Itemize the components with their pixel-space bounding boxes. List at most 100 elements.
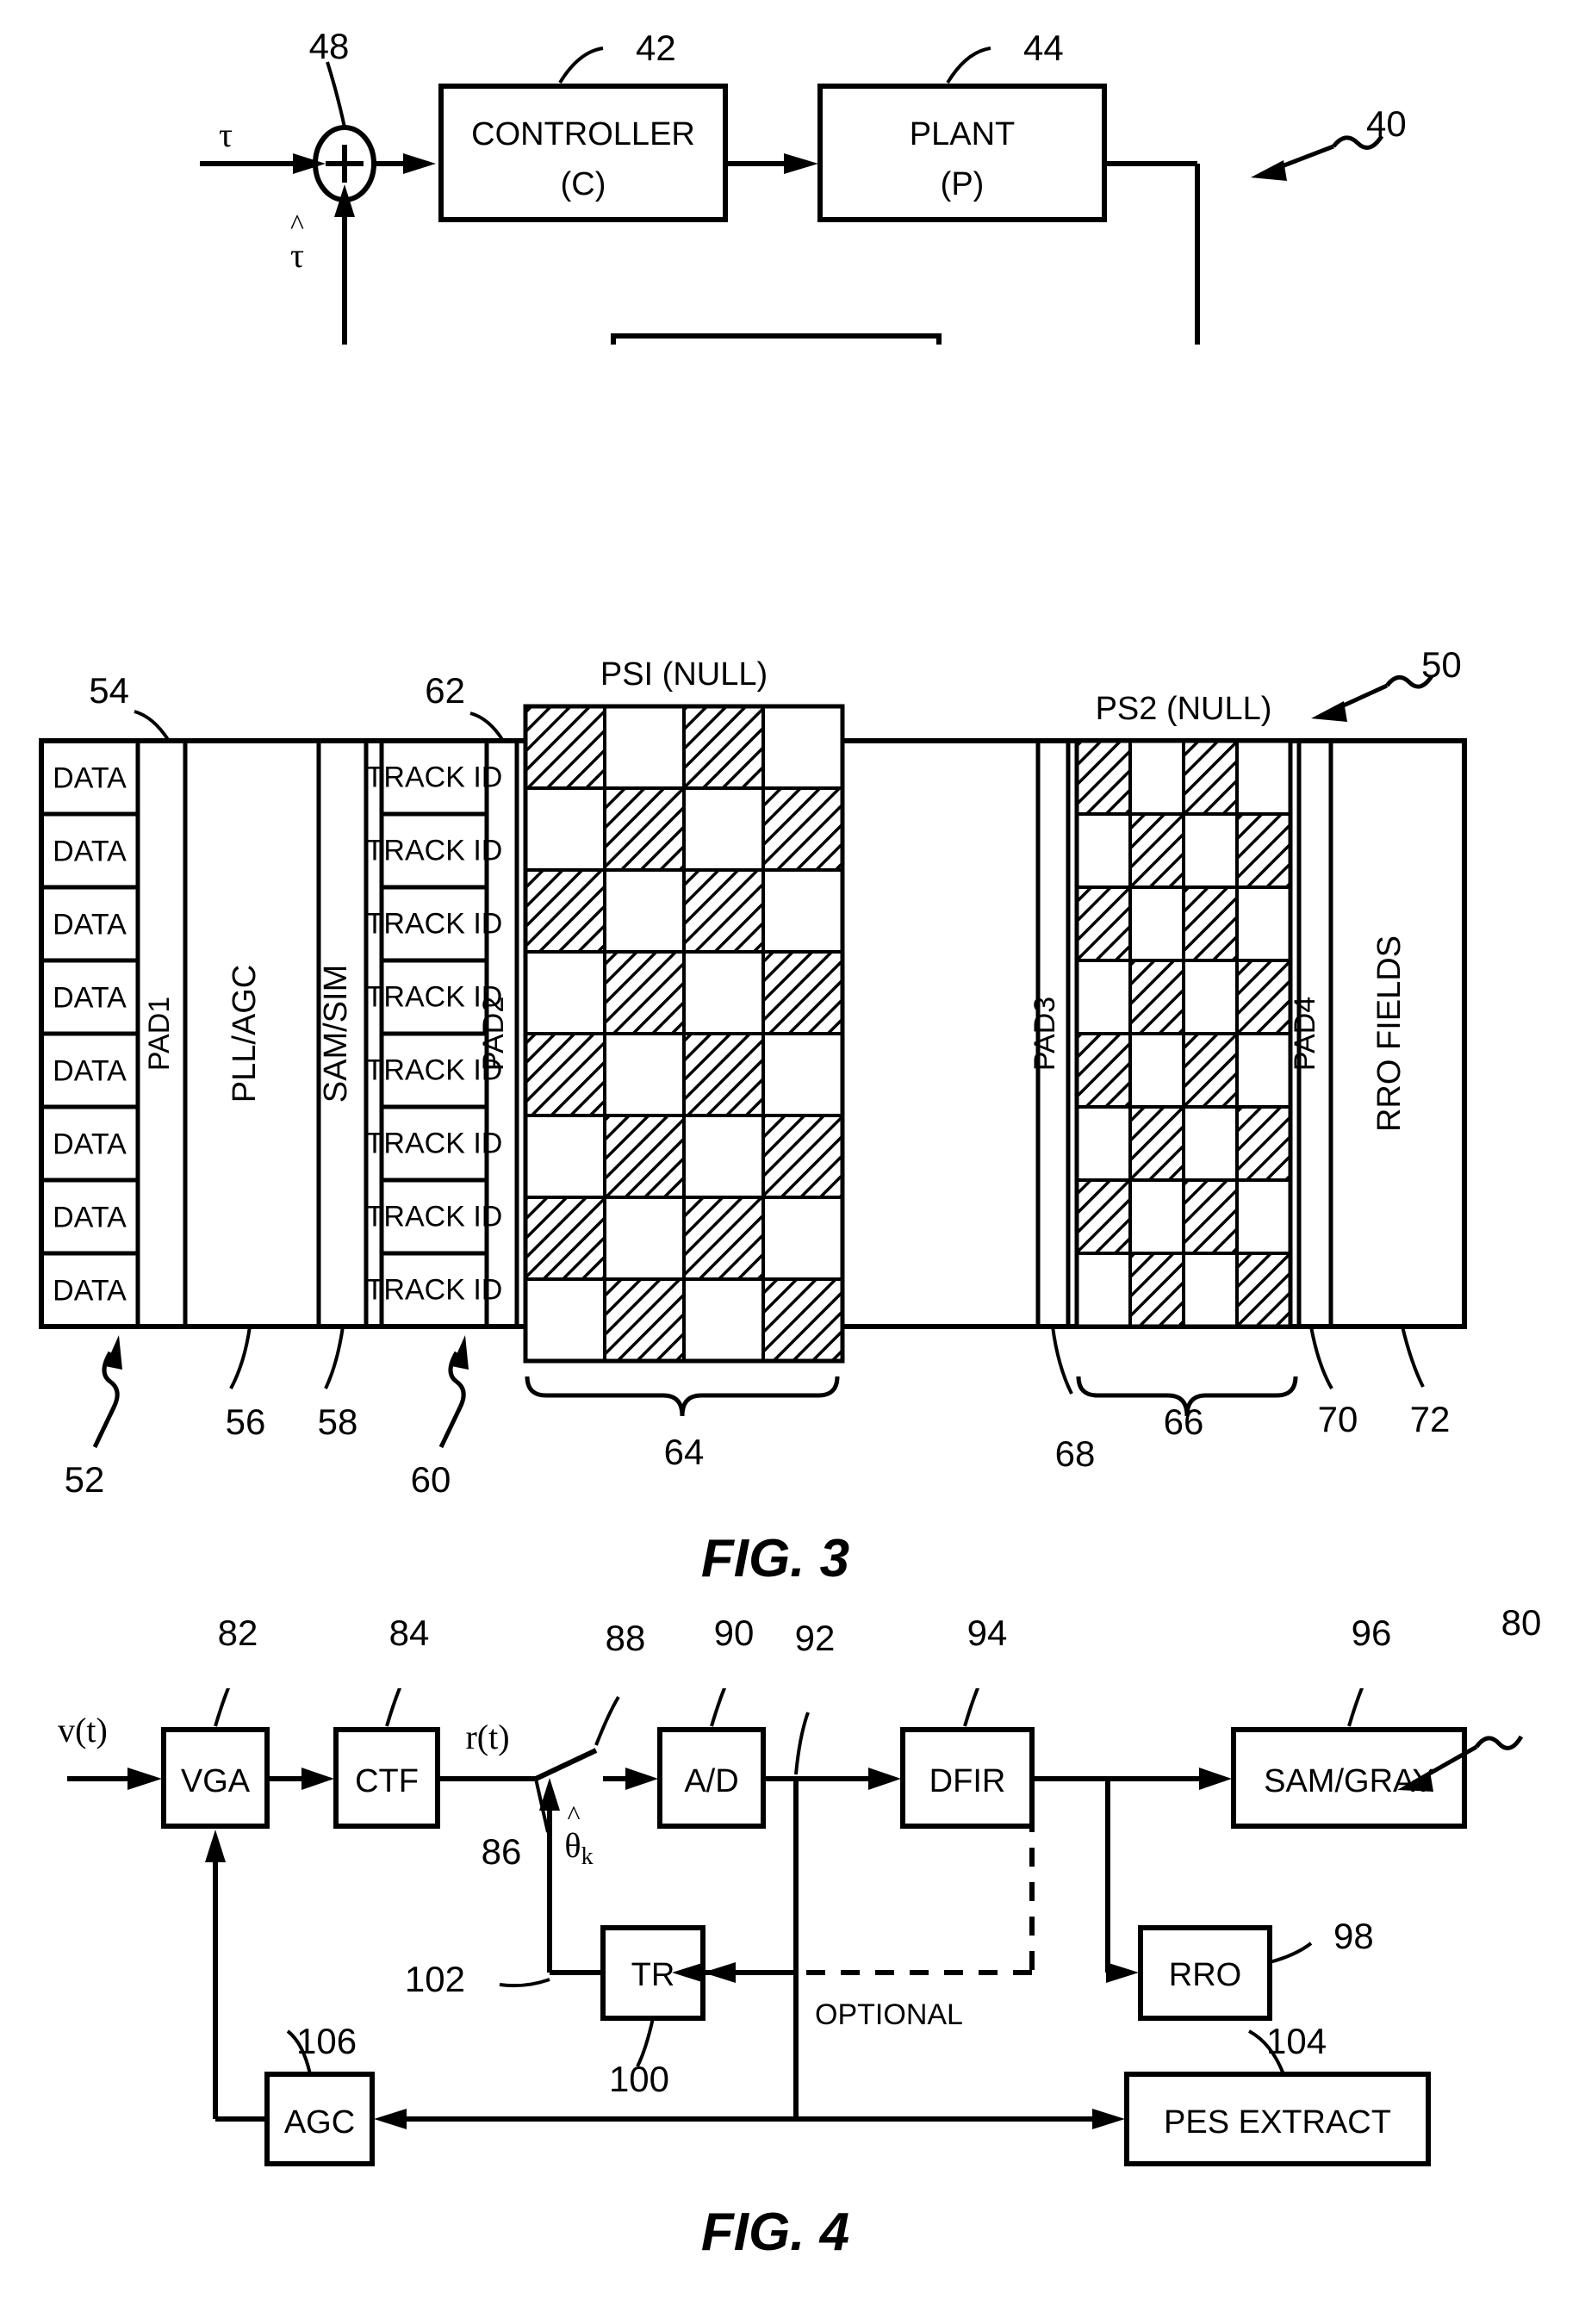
burst-cell-empty — [1182, 1252, 1239, 1328]
figure-4-caption: FIG. 4 — [701, 2203, 849, 2262]
leader-58 — [324, 1326, 345, 1389]
ref-104: 104 — [1266, 2021, 1327, 2061]
track-id-cell-label: TRACK ID — [366, 908, 503, 941]
burst-cell-empty — [761, 1032, 844, 1117]
rt-label: r(t) — [465, 1718, 509, 1756]
track-id-cell-group — [379, 738, 489, 1329]
burst-cell-filled — [1182, 1178, 1239, 1255]
data-cell-label: DATA — [53, 982, 127, 1015]
plant-label: PLANT — [910, 116, 1015, 152]
rro-fields-label: RRO FIELDS — [1371, 935, 1408, 1132]
pad2-label: PAD2 — [477, 997, 510, 1071]
burst-cell-empty — [1235, 885, 1292, 962]
burst-cell-filled — [1235, 1105, 1292, 1182]
burst-cell-empty — [524, 786, 606, 872]
leader-54 — [134, 710, 171, 743]
agc-label: AGC — [284, 2104, 355, 2141]
ref-56: 56 — [226, 1401, 266, 1442]
pll-agc-label: PLL/AGC — [227, 965, 263, 1103]
burst-cell-filled — [603, 1114, 686, 1199]
burst-cell-filled — [1182, 885, 1239, 962]
patent-drawing-sheet: τ τ ^ CONTROLLER (C) PLANT (P) SERVO DEM… — [0, 0, 1585, 2324]
burst-cell-empty — [1128, 1032, 1185, 1109]
ref-102: 102 — [405, 1959, 465, 1999]
data-cell-label: DATA — [53, 762, 127, 795]
burst-cell-filled — [682, 705, 765, 790]
burst-cell-empty — [682, 1114, 765, 1199]
burst-cell-empty — [1182, 959, 1239, 1035]
ref-62: 62 — [425, 670, 465, 711]
burst-cell-filled — [1128, 1252, 1185, 1328]
burst-cell-filled — [761, 950, 844, 1035]
figure-4: v(t) VGA CTF A/D DFIR SAM/GRAY RRO TR PE… — [58, 1688, 1524, 2262]
burst-cell-filled — [1075, 1178, 1132, 1255]
ref-96-top: 96 — [1352, 1613, 1392, 1653]
track-id-cell-label: TRACK ID — [366, 1201, 503, 1233]
burst-cell-empty — [1235, 739, 1292, 816]
plant-sub-label: (P) — [941, 166, 985, 202]
burst-cell-filled — [1128, 959, 1185, 1035]
burst-cell-filled — [682, 1196, 765, 1281]
burst-cell-filled — [524, 868, 606, 954]
ref-82-top: 82 — [218, 1613, 258, 1653]
burst-cell-empty — [603, 705, 686, 790]
burst-cell-empty — [1235, 1178, 1292, 1255]
ref-52: 52 — [65, 1459, 105, 1500]
burst-cell-empty — [1128, 739, 1185, 816]
burst-cell-filled — [1235, 959, 1292, 1035]
burst-cell-filled — [1075, 1032, 1132, 1109]
burst-cell-empty — [1075, 959, 1132, 1035]
data-cell-label: DATA — [53, 1275, 127, 1308]
dfir-label: DFIR — [929, 1763, 1006, 1799]
burst-cell-empty — [524, 950, 606, 1035]
ref-66: 66 — [1164, 1401, 1204, 1442]
leader-62 — [469, 711, 505, 743]
burst-cell-empty — [1075, 812, 1132, 889]
controller-label: CONTROLLER — [471, 116, 695, 152]
burst-cell-filled — [1182, 739, 1239, 816]
pad4-label: PAD4 — [1289, 997, 1321, 1071]
figure-2: τ τ ^ CONTROLLER (C) PLANT (P) SERVO DEM… — [200, 26, 1407, 345]
ref-54: 54 — [89, 670, 129, 711]
figure-4-ref-overlay: 82 84 88 90 92 94 96 80 — [218, 1602, 1542, 1658]
burst-cell-filled — [682, 1032, 765, 1117]
burst-cell-filled — [682, 868, 765, 954]
burst-cell-filled — [1128, 812, 1185, 889]
ps1-null-checkerboard — [524, 705, 844, 1363]
ref-48: 48 — [309, 26, 350, 66]
burst-cell-empty — [682, 786, 765, 872]
data-cell-label: DATA — [53, 1202, 127, 1234]
data-cell-group — [39, 738, 140, 1329]
ref-106: 106 — [296, 2021, 357, 2061]
burst-cell-filled — [761, 786, 844, 872]
pes-extract-label: PES EXTRACT — [1164, 2104, 1391, 2141]
track-id-cell-label: TRACK ID — [366, 835, 503, 867]
ref-86: 86 — [482, 1831, 522, 1872]
vga-label: VGA — [181, 1763, 251, 1799]
rro-label: RRO — [1169, 1957, 1241, 1993]
burst-cell-empty — [603, 1032, 686, 1117]
ref-58: 58 — [318, 1401, 358, 1442]
tau-hat-caret: ^ — [290, 209, 304, 241]
switch-blade — [534, 1748, 598, 1781]
sam-sim-label: SAM/SIM — [318, 965, 354, 1103]
burst-cell-filled — [524, 705, 606, 790]
burst-cell-filled — [1182, 1032, 1239, 1109]
burst-cell-filled — [761, 1277, 844, 1363]
ref-84-top: 84 — [389, 1613, 430, 1653]
burst-cell-empty — [603, 1196, 686, 1281]
tau-hat-label: τ — [290, 236, 304, 275]
leader-68 — [1051, 1326, 1073, 1395]
burst-cell-empty — [1075, 1252, 1132, 1328]
burst-cell-filled — [1235, 812, 1292, 889]
burst-cell-empty — [1075, 1105, 1132, 1182]
burst-cell-empty — [524, 1277, 606, 1363]
ps2-null-checkerboard — [1075, 739, 1292, 1328]
ref-44: 44 — [1023, 28, 1064, 68]
data-cell-label: DATA — [53, 1055, 127, 1088]
ref-94-top: 94 — [967, 1613, 1008, 1653]
ref-50: 50 — [1421, 644, 1462, 685]
data-cell-label: DATA — [53, 1128, 127, 1161]
burst-cell-empty — [682, 950, 765, 1035]
burst-cell-empty — [1128, 885, 1185, 962]
